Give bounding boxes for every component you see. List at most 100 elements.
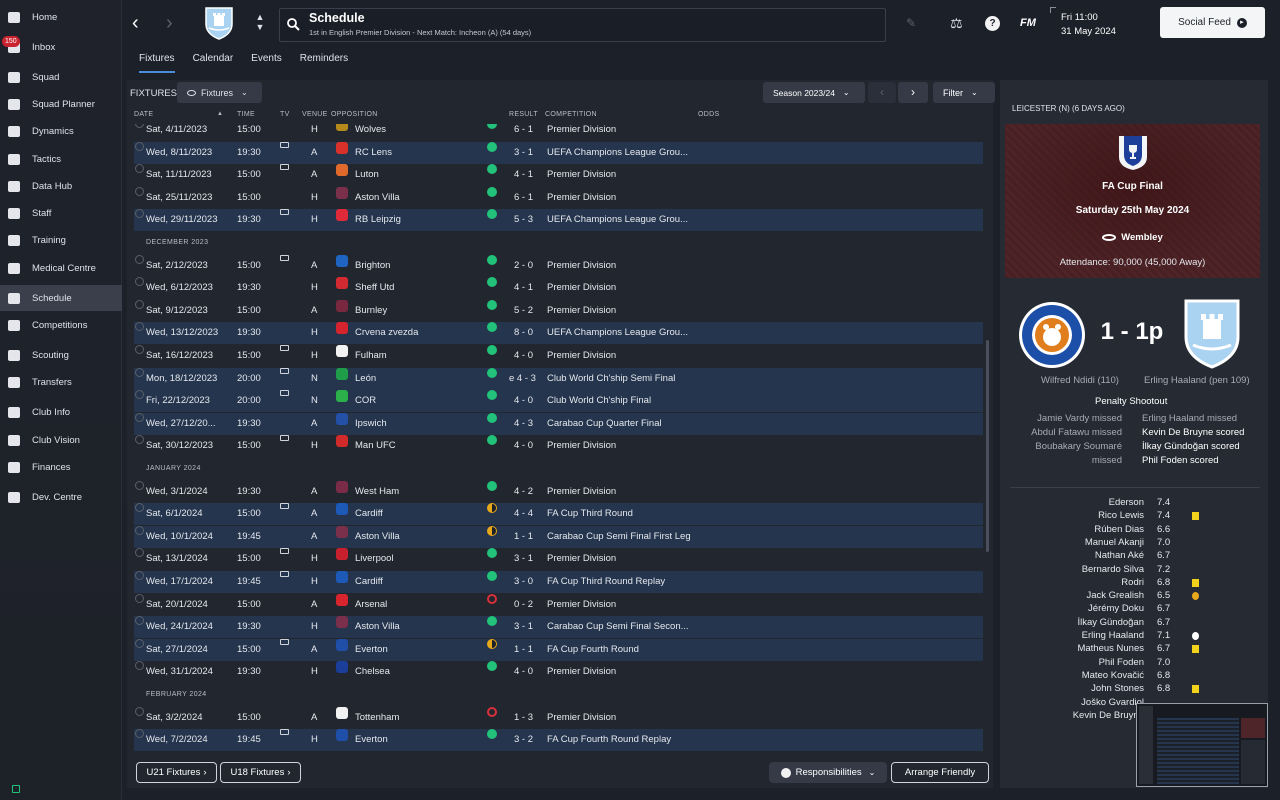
col-odds[interactable]: ODDS	[698, 111, 719, 118]
opponent-crest-icon[interactable]	[336, 124, 348, 131]
fixture-row[interactable]: Mon, 18/12/2023 20:00 N León e 4 - 3 Club Wor…	[134, 367, 983, 390]
opponent-crest-icon[interactable]	[336, 571, 348, 583]
filter-dropdown[interactable]: Filter ⌄	[933, 82, 995, 103]
fixture-select-radio[interactable]	[135, 299, 144, 309]
sidebar-item-home[interactable]: Home	[0, 4, 122, 30]
season-dropdown[interactable]: Season 2023/24 ⌄	[763, 82, 865, 103]
opponent-crest-icon[interactable]	[336, 480, 348, 493]
fixture-row[interactable]: Sat, 9/12/2023 15:00 A Burnley 5 - 2 Premier …	[134, 299, 983, 322]
fixture-select-radio[interactable]	[135, 593, 144, 603]
season-next-button[interactable]: ›	[898, 82, 928, 103]
opponent-crest-icon[interactable]	[336, 141, 348, 154]
fixture-select-radio[interactable]	[135, 186, 144, 196]
tab-fixtures[interactable]: Fixtures	[130, 48, 184, 73]
col-venue[interactable]: VENUE	[302, 111, 328, 118]
player-rating-row[interactable]: Jérémy Doku 6.7	[1010, 603, 1220, 616]
player-rating-row[interactable]: John Stones 6.8	[1010, 683, 1220, 696]
col-date[interactable]: DATE	[134, 111, 153, 118]
fixture-select-radio[interactable]	[135, 480, 144, 490]
fixture-row[interactable]: Wed, 3/1/2024 19:30 A West Ham 4 - 2 Premier …	[134, 480, 983, 503]
sidebar-item-transfers[interactable]: Transfers	[0, 369, 122, 395]
sidebar-item-club-info[interactable]: Club Info	[0, 399, 122, 425]
fixture-row[interactable]: Wed, 10/1/2024 19:45 A Aston Villa 1 - 1 Cara…	[134, 525, 983, 548]
fixture-select-radio[interactable]	[135, 164, 144, 174]
player-rating-row[interactable]: Bernardo Silva 7.2	[1010, 564, 1220, 577]
fixture-row[interactable]: Sat, 16/12/2023 15:00 H Fulham 4 - 0 Premier …	[134, 345, 983, 367]
opponent-crest-icon[interactable]	[336, 254, 348, 267]
sidebar-item-finances[interactable]: Finances	[0, 454, 122, 480]
sidebar-item-dynamics[interactable]: Dynamics	[0, 118, 122, 144]
opponent-crest-icon[interactable]	[336, 661, 348, 674]
fixture-select-radio[interactable]	[135, 390, 144, 400]
opponent-crest-icon[interactable]	[336, 345, 348, 357]
sidebar-item-squad[interactable]: Squad	[0, 64, 122, 90]
col-competition[interactable]: COMPETITION	[545, 111, 597, 118]
fm-menu-button[interactable]: FM	[1020, 17, 1036, 29]
fixture-row[interactable]: Wed, 29/11/2023 19:30 H RB Leipzig 5 - 3 UEFA…	[134, 209, 983, 232]
fixture-row[interactable]: Sat, 20/1/2024 15:00 A Arsenal 0 - 2 Premier …	[134, 593, 983, 616]
fixture-row[interactable]: Sat, 2/12/2023 15:00 A Brighton 2 - 0 Premier…	[134, 254, 983, 277]
player-rating-row[interactable]: Nathan Aké 6.7	[1010, 550, 1220, 563]
opponent-crest-icon[interactable]	[336, 367, 348, 380]
fixture-row[interactable]: Sat, 27/1/2024 15:00 A Everton 1 - 1 FA Cup F…	[134, 638, 983, 661]
opponent-crest-icon[interactable]	[336, 322, 348, 335]
player-rating-row[interactable]: Manuel Akanji 7.0	[1010, 537, 1220, 550]
fixture-select-radio[interactable]	[135, 548, 144, 558]
fixture-row[interactable]: Wed, 27/12/20... 19:30 A Ipswich 4 - 3 Caraba…	[134, 412, 983, 435]
opponent-crest-icon[interactable]	[336, 299, 348, 312]
help-icon[interactable]: ?	[985, 16, 1000, 31]
minimap-thumbnail[interactable]	[1136, 703, 1268, 787]
fixture-row[interactable]: Wed, 8/11/2023 19:30 A RC Lens 3 - 1 UEFA Cha…	[134, 141, 983, 164]
player-rating-row[interactable]: Rico Lewis 7.4	[1010, 510, 1220, 523]
fixture-row[interactable]: Wed, 6/12/2023 19:30 H Sheff Utd 4 - 1 Premie…	[134, 277, 983, 299]
fixture-row[interactable]: Fri, 22/12/2023 20:00 N COR 4 - 0 Club World …	[134, 390, 983, 413]
sidebar-item-club-vision[interactable]: Club Vision	[0, 427, 122, 453]
sidebar-item-scouting[interactable]: Scouting	[0, 342, 122, 368]
player-rating-row[interactable]: Ederson 7.4	[1010, 497, 1220, 510]
fixture-select-radio[interactable]	[135, 345, 144, 354]
search-bar[interactable]: Schedule 1st in English Premier Division…	[279, 8, 886, 42]
opponent-crest-icon[interactable]	[336, 525, 348, 538]
player-rating-row[interactable]: İlkay Gündoğan 6.7	[1010, 617, 1220, 630]
opponent-crest-icon[interactable]	[336, 186, 348, 199]
trophy-cabinet-icon[interactable]: ⚖	[950, 15, 964, 31]
tab-events[interactable]: Events	[242, 48, 291, 70]
social-feed-button[interactable]: Social Feed ▸	[1160, 7, 1265, 38]
fixture-select-radio[interactable]	[135, 525, 144, 535]
opponent-crest-icon[interactable]	[336, 706, 348, 719]
fixture-select-radio[interactable]	[135, 729, 144, 739]
sidebar-item-schedule[interactable]: Schedule	[0, 285, 122, 311]
sidebar-item-staff[interactable]: Staff	[0, 200, 122, 226]
club-crest-icon[interactable]	[204, 6, 234, 40]
fixture-row[interactable]: Wed, 13/12/2023 19:30 H Crvena zvezda 8 - 0 U…	[134, 322, 983, 345]
fixture-select-radio[interactable]	[135, 503, 144, 513]
sidebar-item-tactics[interactable]: Tactics	[0, 146, 122, 172]
opponent-crest-icon[interactable]	[336, 548, 348, 561]
fixture-row[interactable]: Wed, 24/1/2024 19:30 H Aston Villa 3 - 1 Cara…	[134, 616, 983, 639]
opponent-crest-icon[interactable]	[336, 435, 348, 448]
player-rating-row[interactable]: Jack Grealish 6.5	[1010, 590, 1220, 603]
opponent-crest-icon[interactable]	[336, 593, 348, 606]
u21-fixtures-button[interactable]: U21 Fixtures ›	[136, 762, 217, 783]
fixture-row[interactable]: Sat, 11/11/2023 15:00 A Luton 4 - 1 Premier D…	[134, 164, 983, 186]
fixture-row[interactable]: Sat, 3/2/2024 15:00 A Tottenham 1 - 3 Premier…	[134, 706, 983, 729]
fixture-row[interactable]: Wed, 31/1/2024 19:30 H Chelsea 4 - 0 Premier …	[134, 661, 983, 683]
fixture-select-radio[interactable]	[135, 616, 144, 626]
col-result[interactable]: RESULT	[509, 111, 538, 118]
col-tv[interactable]: TV	[280, 111, 290, 118]
player-rating-row[interactable]: Matheus Nunes 6.7	[1010, 643, 1220, 656]
leicester-crest-icon[interactable]	[1018, 301, 1086, 369]
opponent-crest-icon[interactable]	[336, 616, 348, 629]
opponent-crest-icon[interactable]	[336, 277, 348, 290]
fixture-select-radio[interactable]	[135, 124, 144, 128]
fixture-select-radio[interactable]	[135, 254, 144, 264]
pen-icon[interactable]: ✎	[906, 16, 918, 30]
u18-fixtures-button[interactable]: U18 Fixtures ›	[220, 762, 301, 783]
sidebar-item-dev-centre[interactable]: Dev. Centre	[0, 484, 122, 510]
opponent-crest-icon[interactable]	[336, 390, 348, 403]
opponent-crest-icon[interactable]	[336, 729, 348, 742]
fixture-select-radio[interactable]	[135, 367, 144, 377]
fixture-row[interactable]: Wed, 17/1/2024 19:45 H Cardiff 3 - 0 FA Cup T…	[134, 571, 983, 593]
fixture-select-radio[interactable]	[135, 661, 144, 671]
sidebar-item-squad-planner[interactable]: Squad Planner	[0, 91, 122, 117]
